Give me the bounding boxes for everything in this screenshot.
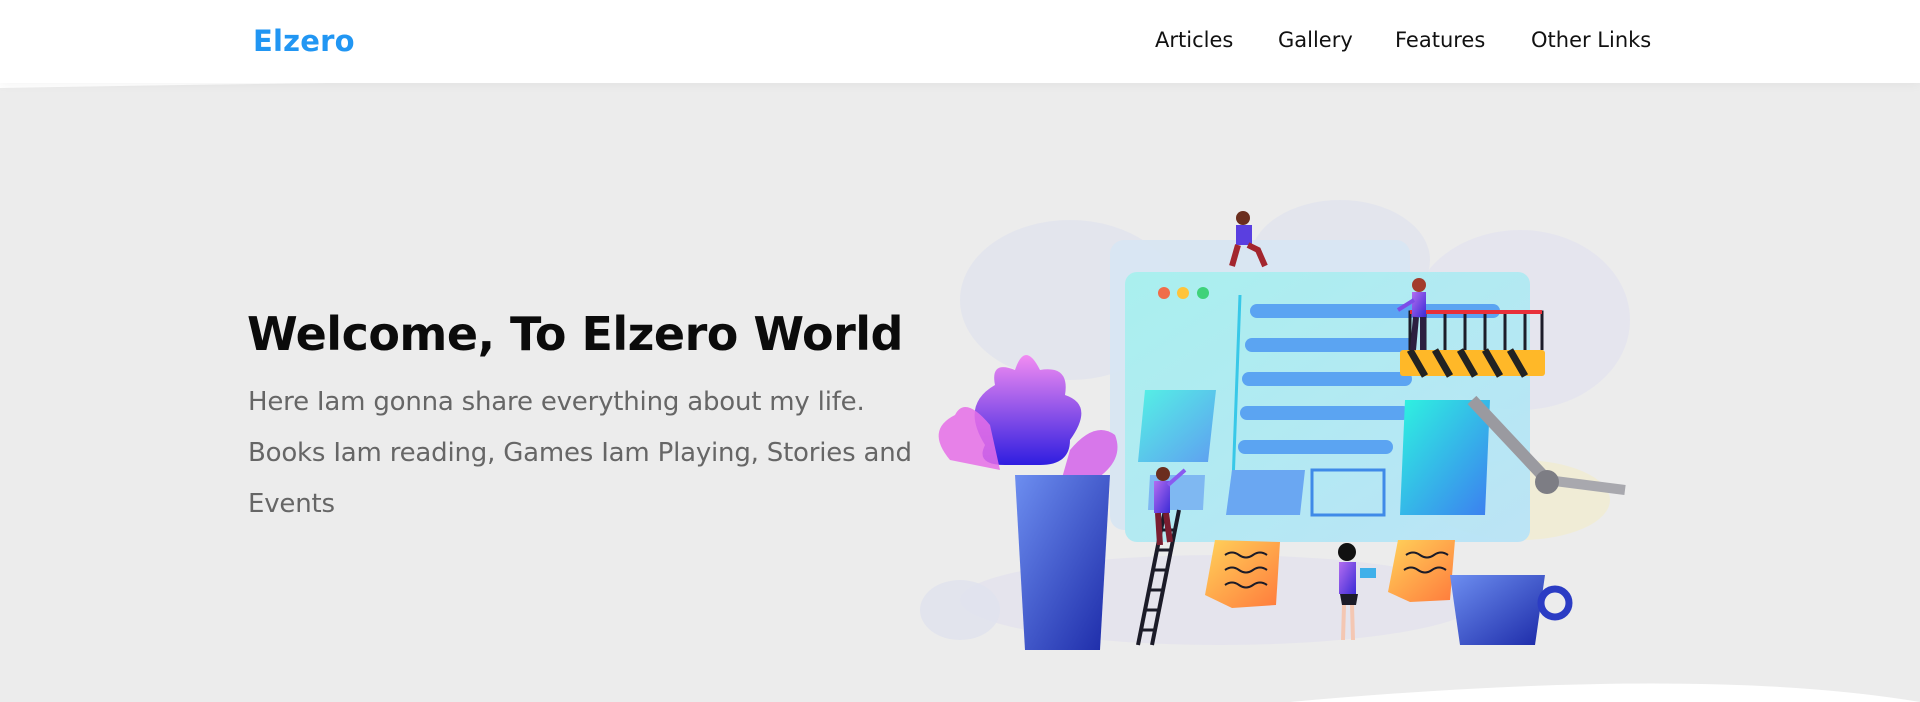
hero-text: Welcome, To Elzero World Here Iam gonna … [247,305,917,530]
coffee-mug [1450,575,1573,645]
site-header: Elzero Articles Gallery Features Other L… [0,0,1920,83]
hero-title: Welcome, To Elzero World [247,307,904,361]
logo[interactable]: Elzero [253,24,355,58]
nav-link-features[interactable]: Features [1395,28,1485,52]
nav-link-other-links[interactable]: Other Links [1531,28,1651,52]
nav-link-gallery[interactable]: Gallery [1278,28,1353,52]
hero-illustration [920,200,1630,650]
nav-link-articles[interactable]: Articles [1155,28,1233,52]
hero-description: Here Iam gonna share everything about my… [248,387,912,519]
